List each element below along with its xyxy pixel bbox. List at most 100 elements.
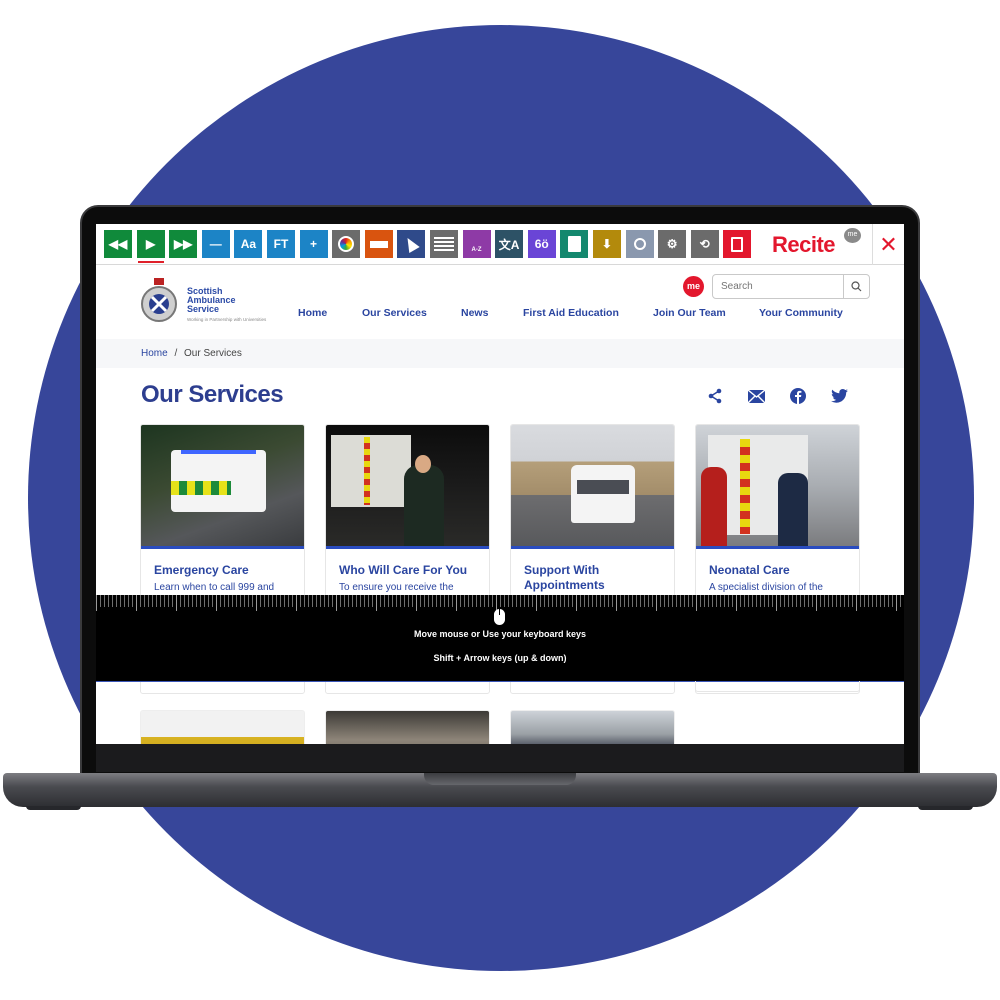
blue-lights [181, 450, 256, 454]
gear-icon: ⚙ [666, 237, 678, 251]
search-input[interactable] [713, 275, 843, 298]
magnifier-icon [633, 238, 646, 250]
breadcrumb: Home / Our Services [96, 339, 904, 368]
card-desc: To ensure you receive the [339, 582, 454, 593]
play-button[interactable]: ▶ [136, 230, 165, 263]
card-image-ambulance [141, 425, 304, 549]
card-title: Support With Appointments [524, 563, 605, 592]
download-icon: ⬇ [601, 237, 612, 251]
search-box [712, 274, 870, 299]
rewind-icon: ◀◀ [108, 237, 128, 251]
reset-icon: ⟲ [699, 237, 710, 251]
logo-text[interactable]: Scottish Ambulance Service [187, 287, 236, 314]
color-wheel-icon [338, 236, 355, 252]
page-title: Our Services [141, 381, 284, 408]
recite-me-launcher-icon[interactable]: me [683, 276, 704, 297]
rewind-button[interactable]: ◀◀ [104, 230, 132, 258]
breadcrumb-current: Our Services [184, 348, 242, 359]
card-title: Emergency Care [154, 563, 249, 577]
nav-news[interactable]: News [461, 307, 488, 319]
font-button[interactable]: Aa [234, 230, 263, 258]
user-guide-icon [731, 236, 744, 252]
service-card-air-ambulance[interactable] [140, 710, 305, 744]
user-guide-button[interactable] [723, 230, 752, 258]
reading-glasses-button[interactable]: 6ö [527, 230, 556, 258]
site-header: Scottish Ambulance Service Working in Pa… [96, 265, 904, 339]
laptop-foot [26, 806, 81, 810]
decrease-text-button[interactable]: — [201, 230, 230, 258]
nav-your-community[interactable]: Your Community [759, 307, 843, 319]
reading-ruler-overlay[interactable]: Move mouse or Use your keyboard keys Shi… [96, 595, 904, 681]
play-icon: ▶ [145, 237, 156, 251]
ruler-icon [369, 240, 388, 248]
screen-mask-button[interactable] [429, 230, 458, 258]
recite-me-badge: me [844, 228, 861, 243]
paramedic-head [415, 455, 431, 473]
ruler-instruction: Move mouse or Use your keyboard keys [413, 629, 587, 639]
chevron-markings [740, 439, 750, 534]
text-only-button[interactable] [560, 230, 589, 258]
service-card-3[interactable] [510, 710, 675, 744]
ruler-button[interactable] [364, 230, 393, 258]
magnifier-button[interactable] [625, 230, 654, 258]
chevron-markings [364, 437, 370, 505]
breadcrumb-home[interactable]: Home [141, 348, 168, 359]
laptop-notch [424, 773, 576, 785]
mouse-icon [494, 609, 505, 625]
nav-our-services[interactable]: Our Services [362, 307, 427, 319]
paramedic-figure [404, 465, 444, 546]
dictionary-button[interactable]: A-Z [462, 230, 491, 258]
settings-button[interactable]: ⚙ [658, 230, 687, 258]
email-icon[interactable] [747, 387, 765, 405]
laptop-foot [918, 806, 973, 810]
stage: ◀◀ ▶ ▶▶ — Aa FT + A-Z 文A 6ö ⬇ ⚙ ⟲ Recite me ✕ Scotti… [0, 0, 1000, 1000]
card-image-patient-transport [511, 425, 674, 549]
share-icon[interactable] [706, 387, 724, 405]
document-icon [567, 236, 581, 252]
recite-toolbar: ◀◀ ▶ ▶▶ — Aa FT + A-Z 文A 6ö ⬇ ⚙ ⟲ Recite me ✕ [96, 224, 904, 265]
van-windscreen [577, 480, 629, 494]
close-icon[interactable]: ✕ [872, 224, 904, 265]
ruler-instruction: Shift + Arrow keys (up & down) [433, 653, 567, 663]
translate-icon: 文A [498, 237, 520, 252]
font-icon: Aa [240, 237, 257, 251]
translate-button[interactable]: 文A [495, 230, 524, 258]
cursor-icon [402, 234, 421, 254]
fast-forward-icon: ▶▶ [173, 237, 193, 251]
increase-text-button[interactable]: + [299, 230, 328, 258]
card-image-neonatal [696, 425, 859, 549]
van-shape [571, 465, 635, 523]
minus-icon: — [209, 237, 222, 251]
service-card-2[interactable] [325, 710, 490, 744]
dictionary-icon: A-Z [471, 247, 482, 253]
cursor-button[interactable] [397, 230, 426, 258]
search-icon [851, 281, 862, 292]
card-title: Who Will Care For You [339, 563, 468, 577]
reset-button[interactable]: ⟲ [690, 230, 719, 258]
plus-icon: + [310, 237, 318, 251]
breadcrumb-separator: / [174, 348, 178, 359]
ambulance-service-crest-icon[interactable] [139, 277, 179, 323]
search-button[interactable] [843, 275, 869, 298]
ambulance-rear [331, 435, 411, 507]
glasses-icon: 6ö [534, 237, 549, 251]
nav-join-our-team[interactable]: Join Our Team [653, 307, 726, 319]
nav-home[interactable]: Home [298, 307, 327, 319]
nav-first-aid-education[interactable]: First Aid Education [523, 307, 619, 319]
screen-mask-icon [433, 237, 454, 251]
facebook-icon[interactable] [789, 387, 807, 405]
recite-logo: Recite [772, 232, 836, 257]
fast-forward-button[interactable]: ▶▶ [169, 230, 198, 258]
twitter-icon[interactable] [830, 387, 848, 405]
laptop-chin [96, 744, 904, 772]
color-settings-button[interactable] [332, 230, 361, 258]
battenburg-markings [171, 481, 231, 495]
font-type-icon: FT [273, 237, 289, 251]
crew-figure [701, 467, 727, 546]
browser-screen: ◀◀ ▶ ▶▶ — Aa FT + A-Z 文A 6ö ⬇ ⚙ ⟲ Recite me ✕ Scotti… [96, 224, 904, 744]
download-button[interactable]: ⬇ [592, 230, 621, 258]
logo-line: Service [187, 304, 220, 314]
font-type-button[interactable]: FT [266, 230, 295, 258]
crew-figure [778, 473, 808, 546]
card-desc: A specialist division of the [709, 582, 823, 593]
